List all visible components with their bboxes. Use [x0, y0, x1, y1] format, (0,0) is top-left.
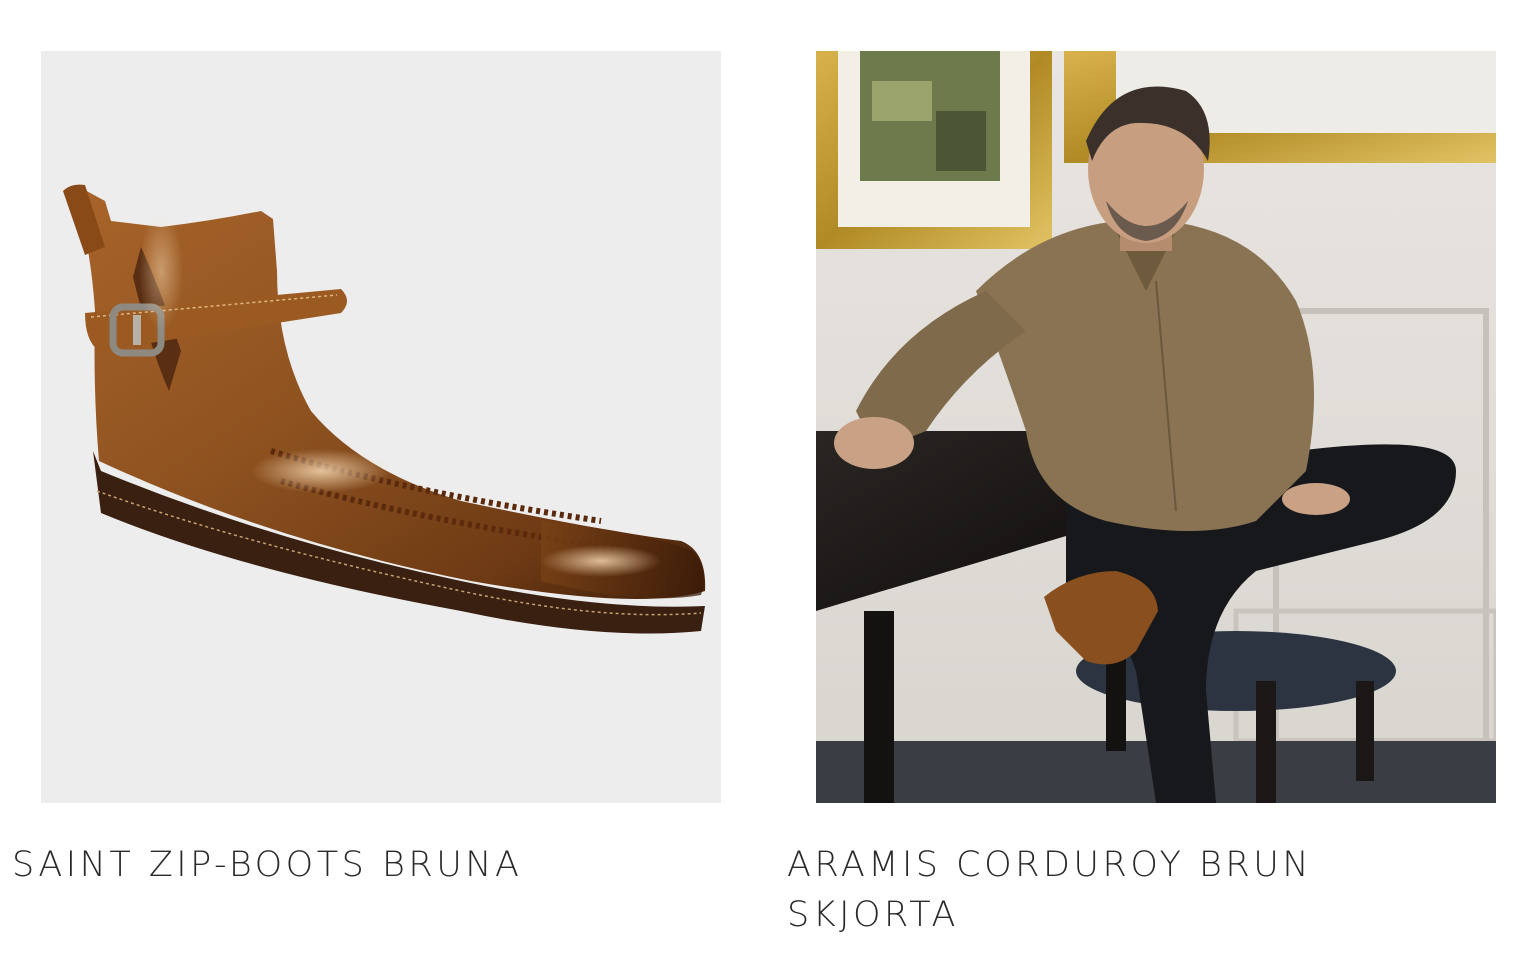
product-title[interactable]: SAINT ZIP-BOOTS BRUNA — [12, 840, 752, 890]
boot-illustration — [41, 51, 721, 803]
product-image-boot[interactable] — [41, 51, 721, 803]
model-illustration — [816, 51, 1496, 803]
product-title[interactable]: ARAMIS CORDUROY BRUN SKJORTA — [787, 840, 1487, 940]
product-image-model[interactable] — [816, 51, 1496, 803]
product-grid: SAINT ZIP-BOOTS BRUNA ARAMIS CORDUROY BR… — [0, 0, 1528, 978]
